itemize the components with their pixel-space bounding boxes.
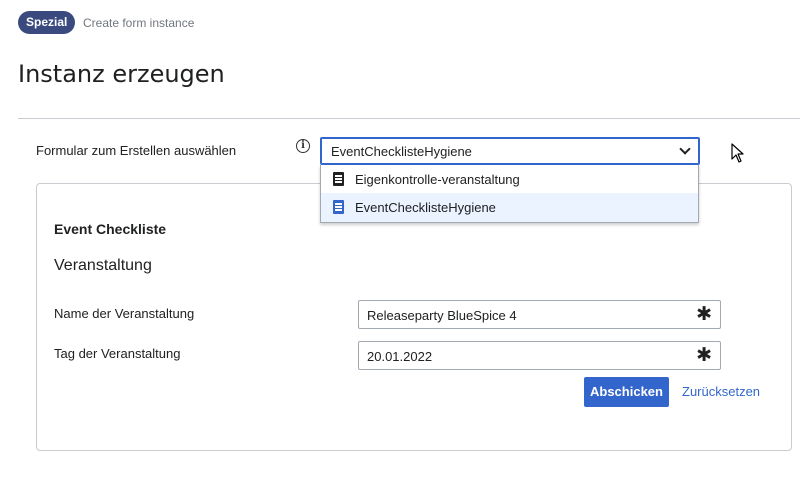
chevron-down-icon	[679, 143, 691, 155]
dropdown-menu: Eigenkontrolle-veranstaltung EventCheckl…	[320, 165, 699, 223]
event-name-value: Releaseparty BlueSpice 4	[367, 308, 517, 323]
page-title: Instanz erzeugen	[18, 60, 225, 88]
form-select-dropdown[interactable]: EventChecklisteHygiene	[320, 137, 700, 165]
submit-button[interactable]: Abschicken	[584, 377, 669, 407]
required-icon: ✱	[696, 345, 712, 366]
event-date-input[interactable]: 20.01.2022 ✱	[358, 341, 721, 370]
form-select-value: EventChecklisteHygiene	[331, 144, 472, 159]
required-icon: ✱	[696, 304, 712, 325]
document-icon	[333, 172, 344, 186]
form-select-label: Formular zum Erstellen auswählen	[36, 143, 237, 158]
event-name-label: Name der Veranstaltung	[54, 306, 195, 321]
dropdown-option-eventchecklistehygiene[interactable]: EventChecklisteHygiene	[321, 193, 698, 222]
mouse-cursor-icon	[731, 143, 744, 163]
event-name-input[interactable]: Releaseparty BlueSpice 4 ✱	[358, 300, 721, 329]
section-heading: Veranstaltung	[54, 257, 152, 274]
dropdown-option-eigenkontrolle[interactable]: Eigenkontrolle-veranstaltung	[321, 165, 698, 194]
dropdown-option-label: EventChecklisteHygiene	[355, 200, 496, 215]
info-icon[interactable]: i	[296, 139, 310, 153]
title-divider	[18, 118, 800, 119]
reset-button[interactable]: Zurücksetzen	[682, 384, 760, 399]
breadcrumb: Create form instance	[83, 16, 195, 30]
dropdown-option-label: Eigenkontrolle-veranstaltung	[355, 172, 520, 187]
event-date-value: 20.01.2022	[367, 349, 433, 364]
event-date-label: Tag der Veranstaltung	[54, 346, 181, 361]
document-icon	[333, 200, 344, 214]
special-badge: Spezial	[18, 11, 76, 34]
form-title: Event Checkliste	[54, 221, 167, 237]
